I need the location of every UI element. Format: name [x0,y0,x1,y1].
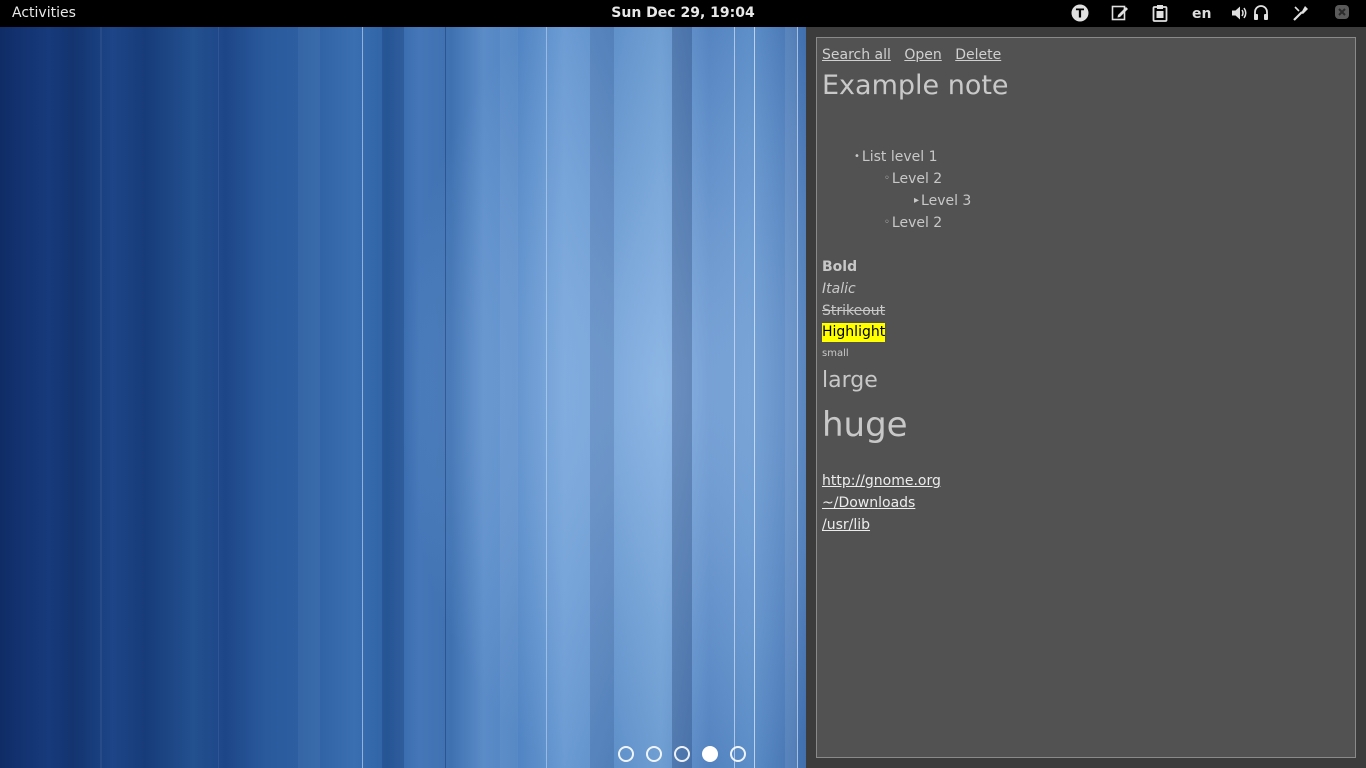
list-item[interactable]: ▸ Level 3 [914,193,971,209]
wallpaper-stripe [672,27,692,768]
close-icon[interactable] [1334,4,1350,24]
highlight-text[interactable]: Highlight [822,323,886,342]
url-link[interactable]: http://gnome.org [822,473,941,489]
wallpaper-stripe [785,27,797,768]
downloads-link[interactable]: ~/Downloads [822,495,915,511]
delete-link[interactable]: Delete [955,47,1001,63]
clipboard-icon[interactable] [1152,4,1168,24]
bullet-icon: • [854,151,860,162]
edit-document-icon[interactable] [1111,4,1129,24]
list-item-text: Level 3 [921,193,972,209]
wallpaper-stripe [382,27,404,768]
note-window: Search all Open Delete Example note • Lis… [816,37,1356,758]
list-item-text: Level 2 [891,215,943,231]
small-text[interactable]: small [822,348,849,359]
wallpaper-stripe [298,27,320,768]
wallpaper-stripe [734,27,735,768]
huge-text[interactable]: huge [822,405,908,445]
list-item[interactable]: • List level 1 [854,149,937,165]
list-item[interactable]: ◦ Level 2 [884,215,942,231]
wallpaper-stripe [445,27,446,768]
workspace-dot-3[interactable] [674,746,690,762]
tools-icon[interactable] [1292,4,1310,24]
note-title[interactable]: Example note [822,70,1009,101]
large-text[interactable]: large [822,368,878,393]
volume-icon[interactable] [1231,4,1249,24]
headphones-icon[interactable] [1253,4,1269,24]
wallpaper-stripe [500,27,518,768]
activities-button[interactable]: Activities [12,5,76,21]
top-bar: Activities Sun Dec 29, 19:04 T en [0,0,1366,27]
list-item-text: List level 1 [861,149,938,165]
list-item-text: Level 2 [891,171,943,187]
workspace-dot-4[interactable] [702,746,718,762]
workspace-dot-5[interactable] [730,746,746,762]
wallpaper-stripe [362,27,363,768]
bullet-icon: ◦ [884,217,890,228]
usr-lib-link[interactable]: /usr/lib [822,517,870,533]
svg-text:T: T [1076,7,1085,21]
wallpaper-stripe [546,27,547,768]
note-actions: Search all Open Delete [822,47,1010,63]
wallpaper-stripe [590,27,614,768]
list-item[interactable]: ◦ Level 2 [884,171,942,187]
open-link[interactable]: Open [904,47,941,63]
language-indicator[interactable]: en [1192,6,1211,26]
wallpaper-stripe [218,27,219,768]
workspace-dot-2[interactable] [646,746,662,762]
bold-text[interactable]: Bold [822,259,857,275]
desktop-wallpaper [0,27,806,768]
tomboy-note-icon[interactable]: T [1071,4,1089,24]
wallpaper-stripe [797,27,798,768]
bullet-icon: ▸ [914,195,920,206]
clock-button[interactable]: Sun Dec 29, 19:04 [611,5,754,21]
search-all-link[interactable]: Search all [822,47,891,63]
workspace-dot-1[interactable] [618,746,634,762]
italic-text[interactable]: Italic [822,281,856,297]
wallpaper-stripe [754,27,755,768]
wallpaper-stripe [100,27,102,768]
bullet-icon: ◦ [884,173,890,184]
strikeout-text[interactable]: Strikeout [822,303,885,319]
